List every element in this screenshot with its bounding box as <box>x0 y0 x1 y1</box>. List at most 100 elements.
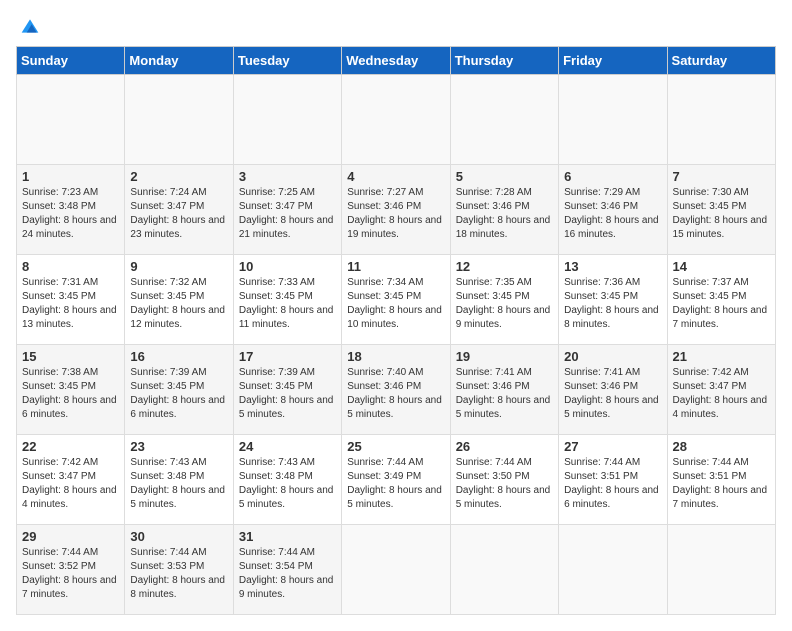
calendar-cell: 18 Sunrise: 7:40 AMSunset: 3:46 PMDayligh… <box>342 345 450 435</box>
day-info: Sunrise: 7:33 AMSunset: 3:45 PMDaylight:… <box>239 276 336 332</box>
day-info: Sunrise: 7:44 AMSunset: 3:54 PMDaylight:… <box>239 546 336 602</box>
day-info: Sunrise: 7:44 AMSunset: 3:53 PMDaylight:… <box>130 546 227 602</box>
day-number: 6 <box>564 169 661 184</box>
day-number: 18 <box>347 349 444 364</box>
calendar-week-row: 1 Sunrise: 7:23 AMSunset: 3:48 PMDaylight… <box>17 165 776 255</box>
calendar-cell: 15Sunrise: 7:38 AMSunset: 3:45 PMDayligh… <box>17 345 125 435</box>
calendar-cell <box>559 525 667 615</box>
calendar-cell: 14 Sunrise: 7:37 AMSunset: 3:45 PMDayligh… <box>667 255 775 345</box>
calendar-cell <box>667 525 775 615</box>
day-number: 26 <box>456 439 553 454</box>
day-info: Sunrise: 7:24 AMSunset: 3:47 PMDaylight:… <box>130 186 227 242</box>
day-number: 9 <box>130 259 227 274</box>
calendar-day-header: Thursday <box>450 47 558 75</box>
day-info: Sunrise: 7:44 AMSunset: 3:50 PMDaylight:… <box>456 456 553 512</box>
calendar-day-header: Monday <box>125 47 233 75</box>
day-info: Sunrise: 7:40 AMSunset: 3:46 PMDaylight:… <box>347 366 444 422</box>
day-number: 8 <box>22 259 119 274</box>
calendar-header-row: SundayMondayTuesdayWednesdayThursdayFrid… <box>17 47 776 75</box>
calendar-cell: 29 Sunrise: 7:44 AMSunset: 3:52 PMDayligh… <box>17 525 125 615</box>
day-info: Sunrise: 7:44 AMSunset: 3:51 PMDaylight:… <box>673 456 770 512</box>
calendar-week-row: 8 Sunrise: 7:31 AMSunset: 3:45 PMDaylight… <box>17 255 776 345</box>
day-number: 4 <box>347 169 444 184</box>
day-number: 2 <box>130 169 227 184</box>
page-header <box>16 16 776 36</box>
day-info: Sunrise: 7:39 AMSunset: 3:45 PMDaylight:… <box>239 366 336 422</box>
day-info: Sunrise: 7:23 AMSunset: 3:48 PMDaylight:… <box>22 186 119 242</box>
day-number: 5 <box>456 169 553 184</box>
day-number: 22 <box>22 439 119 454</box>
calendar-cell: 21Sunrise: 7:42 AMSunset: 3:47 PMDayligh… <box>667 345 775 435</box>
day-number: 21 <box>673 349 770 364</box>
day-info: Sunrise: 7:44 AMSunset: 3:51 PMDaylight:… <box>564 456 661 512</box>
day-number: 19 <box>456 349 553 364</box>
calendar-cell: 30 Sunrise: 7:44 AMSunset: 3:53 PMDayligh… <box>125 525 233 615</box>
calendar-cell: 23 Sunrise: 7:43 AMSunset: 3:48 PMDayligh… <box>125 435 233 525</box>
day-info: Sunrise: 7:41 AMSunset: 3:46 PMDaylight:… <box>564 366 661 422</box>
calendar-cell: 24Sunrise: 7:43 AMSunset: 3:48 PMDayligh… <box>233 435 341 525</box>
calendar-cell <box>559 75 667 165</box>
day-info: Sunrise: 7:43 AMSunset: 3:48 PMDaylight:… <box>239 456 336 512</box>
day-number: 30 <box>130 529 227 544</box>
day-info: Sunrise: 7:30 AMSunset: 3:45 PMDaylight:… <box>673 186 770 242</box>
calendar-week-row: 29 Sunrise: 7:44 AMSunset: 3:52 PMDayligh… <box>17 525 776 615</box>
day-info: Sunrise: 7:31 AMSunset: 3:45 PMDaylight:… <box>22 276 119 332</box>
calendar-cell: 31 Sunrise: 7:44 AMSunset: 3:54 PMDayligh… <box>233 525 341 615</box>
calendar-cell <box>342 525 450 615</box>
day-info: Sunrise: 7:44 AMSunset: 3:52 PMDaylight:… <box>22 546 119 602</box>
calendar-cell <box>342 75 450 165</box>
day-info: Sunrise: 7:43 AMSunset: 3:48 PMDaylight:… <box>130 456 227 512</box>
day-info: Sunrise: 7:44 AMSunset: 3:49 PMDaylight:… <box>347 456 444 512</box>
day-number: 3 <box>239 169 336 184</box>
day-number: 10 <box>239 259 336 274</box>
calendar-cell: 5Sunrise: 7:28 AMSunset: 3:46 PMDaylight… <box>450 165 558 255</box>
calendar-cell: 2 Sunrise: 7:24 AMSunset: 3:47 PMDaylight… <box>125 165 233 255</box>
calendar-cell: 28Sunrise: 7:44 AMSunset: 3:51 PMDayligh… <box>667 435 775 525</box>
calendar-cell: 26 Sunrise: 7:44 AMSunset: 3:50 PMDayligh… <box>450 435 558 525</box>
calendar-cell <box>667 75 775 165</box>
calendar-week-row: 22 Sunrise: 7:42 AMSunset: 3:47 PMDayligh… <box>17 435 776 525</box>
calendar-day-header: Wednesday <box>342 47 450 75</box>
logo-icon <box>20 16 40 36</box>
calendar-day-header: Saturday <box>667 47 775 75</box>
day-info: Sunrise: 7:37 AMSunset: 3:45 PMDaylight:… <box>673 276 770 332</box>
day-number: 14 <box>673 259 770 274</box>
calendar-day-header: Sunday <box>17 47 125 75</box>
calendar-cell: 12Sunrise: 7:35 AMSunset: 3:45 PMDayligh… <box>450 255 558 345</box>
day-info: Sunrise: 7:36 AMSunset: 3:45 PMDaylight:… <box>564 276 661 332</box>
day-info: Sunrise: 7:41 AMSunset: 3:46 PMDaylight:… <box>456 366 553 422</box>
calendar-cell: 10 Sunrise: 7:33 AMSunset: 3:45 PMDayligh… <box>233 255 341 345</box>
calendar-cell <box>233 75 341 165</box>
calendar-cell <box>17 75 125 165</box>
calendar-cell <box>125 75 233 165</box>
day-number: 27 <box>564 439 661 454</box>
calendar-cell: 3 Sunrise: 7:25 AMSunset: 3:47 PMDaylight… <box>233 165 341 255</box>
calendar-cell: 20Sunrise: 7:41 AMSunset: 3:46 PMDayligh… <box>559 345 667 435</box>
day-info: Sunrise: 7:25 AMSunset: 3:47 PMDaylight:… <box>239 186 336 242</box>
calendar-cell: 17Sunrise: 7:39 AMSunset: 3:45 PMDayligh… <box>233 345 341 435</box>
calendar-cell: 11 Sunrise: 7:34 AMSunset: 3:45 PMDayligh… <box>342 255 450 345</box>
calendar-cell: 22 Sunrise: 7:42 AMSunset: 3:47 PMDayligh… <box>17 435 125 525</box>
day-number: 7 <box>673 169 770 184</box>
day-number: 1 <box>22 169 119 184</box>
calendar-week-row <box>17 75 776 165</box>
calendar-cell: 6 Sunrise: 7:29 AMSunset: 3:46 PMDaylight… <box>559 165 667 255</box>
day-number: 31 <box>239 529 336 544</box>
day-info: Sunrise: 7:27 AMSunset: 3:46 PMDaylight:… <box>347 186 444 242</box>
calendar-cell: 25 Sunrise: 7:44 AMSunset: 3:49 PMDayligh… <box>342 435 450 525</box>
day-number: 25 <box>347 439 444 454</box>
day-info: Sunrise: 7:42 AMSunset: 3:47 PMDaylight:… <box>22 456 119 512</box>
day-number: 29 <box>22 529 119 544</box>
calendar-cell: 16Sunrise: 7:39 AMSunset: 3:45 PMDayligh… <box>125 345 233 435</box>
day-info: Sunrise: 7:34 AMSunset: 3:45 PMDaylight:… <box>347 276 444 332</box>
day-info: Sunrise: 7:39 AMSunset: 3:45 PMDaylight:… <box>130 366 227 422</box>
calendar-day-header: Tuesday <box>233 47 341 75</box>
day-info: Sunrise: 7:29 AMSunset: 3:46 PMDaylight:… <box>564 186 661 242</box>
calendar-cell: 27 Sunrise: 7:44 AMSunset: 3:51 PMDayligh… <box>559 435 667 525</box>
day-number: 23 <box>130 439 227 454</box>
calendar-cell: 9Sunrise: 7:32 AMSunset: 3:45 PMDaylight… <box>125 255 233 345</box>
calendar-cell: 4 Sunrise: 7:27 AMSunset: 3:46 PMDaylight… <box>342 165 450 255</box>
calendar-cell <box>450 75 558 165</box>
day-number: 11 <box>347 259 444 274</box>
day-number: 12 <box>456 259 553 274</box>
